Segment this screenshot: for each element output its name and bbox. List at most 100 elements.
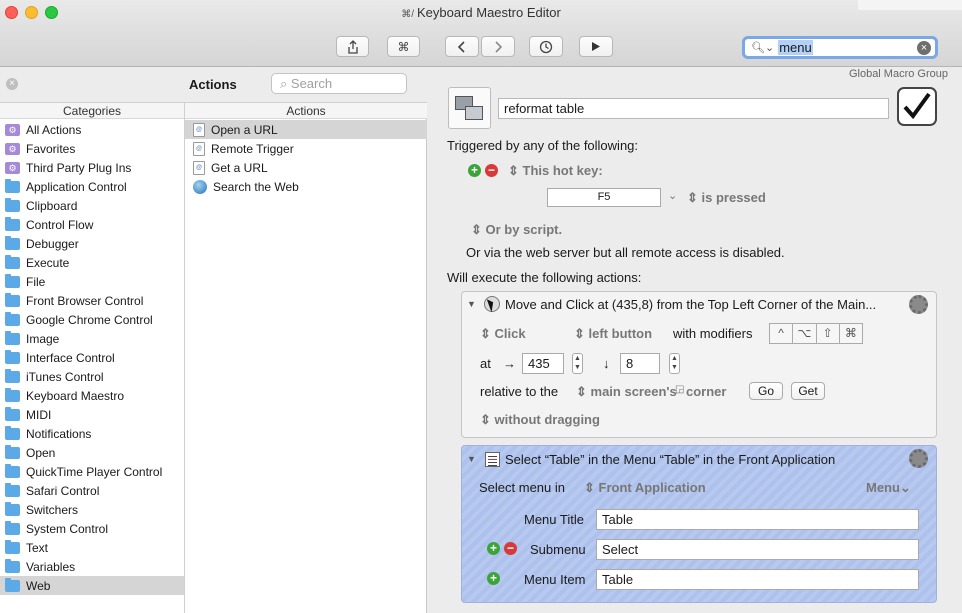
smart-group-icon: ⚙ [5,142,20,155]
folder-icon [5,197,20,212]
action-title: Select “Table” in the Menu “Table” in th… [505,452,836,467]
application-popup[interactable]: ⇕ Front Application [584,480,706,496]
category-item[interactable]: iTunes Control [0,367,184,386]
category-item[interactable]: System Control [0,519,184,538]
command-icon: ⌘ [397,39,410,54]
corner-selector-icon[interactable]: ◲ [675,384,684,395]
category-item[interactable]: Keyboard Maestro [0,386,184,405]
close-panel-icon[interactable]: × [6,78,18,90]
mouse-button-popup[interactable]: ⇕ left button [574,326,652,342]
category-label: iTunes Control [26,369,104,384]
category-item[interactable]: QuickTime Player Control [0,462,184,481]
screen-popup[interactable]: ⇕ main screen's [576,384,677,400]
hotkey-state-popup[interactable]: ⇕ is pressed [687,190,766,206]
shift-key-toggle[interactable]: ⇧ [817,324,840,343]
macro-search-input[interactable]: menu [778,40,813,55]
modifier-keys-group: ^ ⌥ ⇧ ⌘ [769,323,863,344]
category-item[interactable]: Clipboard [0,196,184,215]
category-item[interactable]: Google Chrome Control [0,310,184,329]
action-item[interactable]: @ Get a URL [185,158,427,177]
remove-trigger-icon[interactable]: − [485,164,498,177]
add-submenu-icon[interactable]: + [487,542,500,555]
action-select-menu[interactable]: ▼ Select “Table” in the Menu “Table” in … [461,445,937,603]
category-item[interactable]: Text [0,538,184,557]
category-item[interactable]: Notifications [0,424,184,443]
action-item[interactable]: @ Open a URL [185,120,427,139]
category-label: Safari Control [26,483,100,498]
category-item[interactable]: Open [0,443,184,462]
hotkey-options-icon[interactable]: ⌄ [668,189,677,202]
action-item[interactable]: Search the Web [185,177,427,196]
search-icon: 🔍︎⌄ [751,42,775,54]
category-item[interactable]: Switchers [0,500,184,519]
y-stepper[interactable]: ▲ ▼ [669,353,680,374]
menu-title-input[interactable]: Table [596,509,919,530]
clear-search-icon[interactable]: × [917,41,931,55]
macro-search-field[interactable]: 🔍︎⌄ menu × [742,36,938,59]
macro-icon-well[interactable] [448,87,491,129]
menu-icon [485,452,500,467]
menu-item-input[interactable]: Table [596,569,919,590]
category-label: Google Chrome Control [26,312,153,327]
category-item[interactable]: Safari Control [0,481,184,500]
action-label: Open a URL [211,122,278,137]
window-titlebar: ⌘/Keyboard Maestro Editor ⌘ 🔍︎⌄ menu × [0,0,962,67]
category-item[interactable]: MIDI [0,405,184,424]
click-type-popup[interactable]: ⇕ Click [480,326,526,342]
drag-popup[interactable]: ⇕ without dragging [480,412,600,428]
category-item[interactable]: ⚙ All Actions [0,120,184,139]
share-button[interactable] [336,36,369,57]
actions-search-input[interactable]: ⌕ Search [271,73,407,94]
script-trigger-popup[interactable]: ⇕ Or by script. [471,222,562,238]
categories-column-header[interactable]: Categories [0,103,184,119]
category-item[interactable]: Variables [0,557,184,576]
disclosure-triangle-icon[interactable]: ▼ [467,454,476,464]
globe-icon [193,179,207,194]
actions-panel-header: × Actions ⌕ Search [0,67,427,103]
macro-enabled-checkbox[interactable] [897,87,937,126]
category-item[interactable]: Debugger [0,234,184,253]
action-move-and-click[interactable]: ▼ Move and Click at (435,8) from the Top… [461,291,937,438]
folder-icon [5,349,20,364]
back-button[interactable] [445,36,479,57]
add-trigger-icon[interactable]: + [468,164,481,177]
actions-column-header[interactable]: Actions [185,103,427,119]
x-coordinate-input[interactable]: 435 [522,353,564,374]
menu-dropdown[interactable]: Menu⌄ [866,480,911,496]
category-item[interactable]: ⚙ Third Party Plug Ins [0,158,184,177]
gear-icon[interactable] [909,295,928,314]
macro-group-label[interactable]: Global Macro Group [849,68,948,80]
category-item[interactable]: Web [0,576,184,595]
category-item[interactable]: ⚙ Favorites [0,139,184,158]
hotkey-field[interactable]: F5 [547,188,661,207]
category-item[interactable]: Application Control [0,177,184,196]
get-button[interactable]: Get [791,382,825,400]
command-button[interactable]: ⌘ [387,36,420,57]
run-button[interactable] [579,36,613,57]
category-item[interactable]: Image [0,329,184,348]
remove-submenu-icon[interactable]: − [504,542,517,555]
command-key-toggle[interactable]: ⌘ [840,324,862,343]
category-item[interactable]: File [0,272,184,291]
x-stepper[interactable]: ▲ ▼ [572,353,583,374]
control-key-toggle[interactable]: ^ [770,324,794,343]
option-key-toggle[interactable]: ⌥ [793,324,817,343]
select-menu-label: Select menu in [479,480,565,495]
category-item[interactable]: Interface Control [0,348,184,367]
y-coordinate-input[interactable]: 8 [620,353,660,374]
gear-icon[interactable] [909,449,928,468]
add-menu-item-icon[interactable]: + [487,572,500,585]
submenu-input[interactable]: Select [596,539,919,560]
history-button[interactable] [529,36,563,57]
go-button[interactable]: Go [749,382,783,400]
category-item[interactable]: Control Flow [0,215,184,234]
category-item[interactable]: Front Browser Control [0,291,184,310]
forward-button[interactable] [481,36,515,57]
action-item[interactable]: @ Remote Trigger [185,139,427,158]
web-server-note: Or via the web server but all remote acc… [466,245,785,260]
disclosure-triangle-icon[interactable]: ▼ [467,299,476,309]
trigger-type-popup[interactable]: ⇕ This hot key: [508,163,603,179]
macro-name-input[interactable]: reformat table [498,98,889,119]
category-item[interactable]: Execute [0,253,184,272]
updown-chevron-icon: ⇕ [480,412,495,427]
